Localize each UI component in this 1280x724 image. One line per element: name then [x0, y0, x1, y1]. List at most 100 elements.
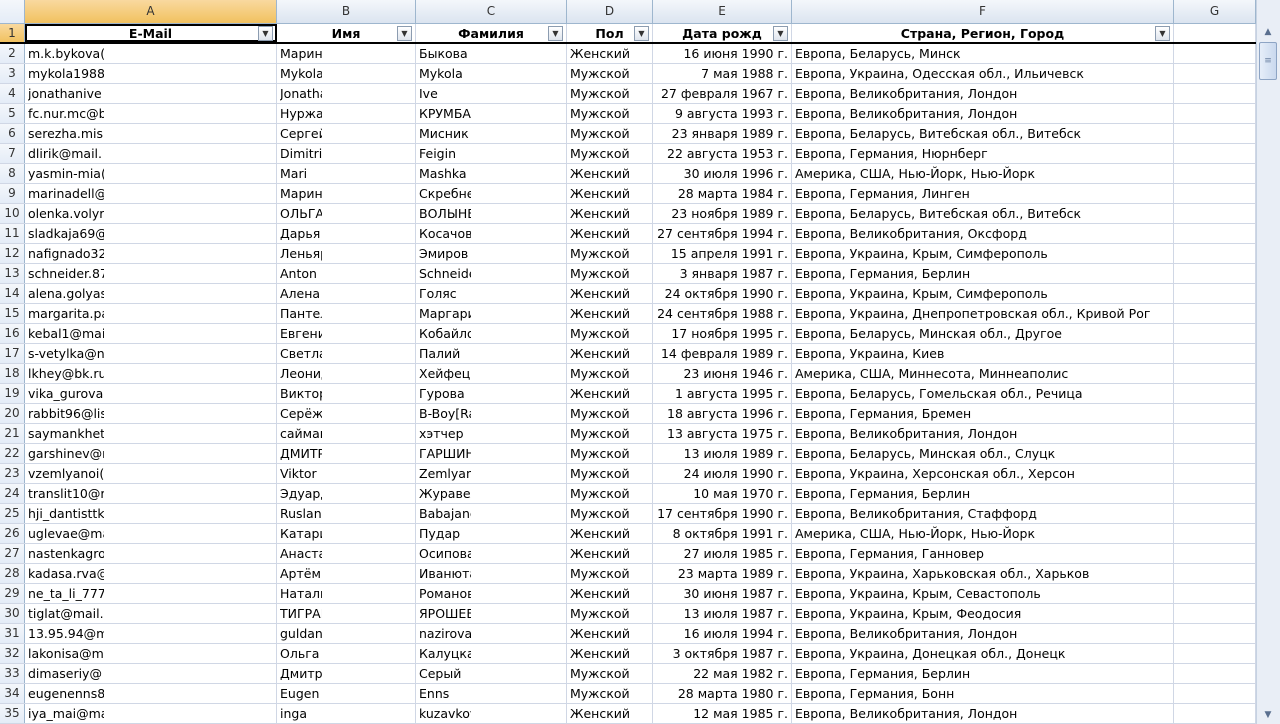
select-all-corner[interactable]	[0, 0, 25, 23]
birthdate-cell[interactable]: 8 октября 1991 г.	[653, 524, 792, 543]
cell[interactable]	[1174, 224, 1256, 243]
surname-cell[interactable]: Иванюта	[416, 564, 567, 583]
birthdate-cell[interactable]: 10 мая 1970 г.	[653, 484, 792, 503]
surname-cell[interactable]: kuzavkov	[416, 704, 567, 723]
location-cell[interactable]: Европа, Германия, Линген	[792, 184, 1174, 203]
row-number[interactable]: 9	[0, 184, 25, 203]
birthdate-cell[interactable]: 13 июля 1989 г.	[653, 444, 792, 463]
gender-cell[interactable]: Мужской	[567, 504, 653, 523]
row-number[interactable]: 7	[0, 144, 25, 163]
column-header-a[interactable]: A	[25, 0, 277, 23]
gender-cell[interactable]: Женский	[567, 44, 653, 63]
row-number[interactable]: 30	[0, 604, 25, 623]
surname-cell[interactable]: Кобайло	[416, 324, 567, 343]
row-number[interactable]: 22	[0, 444, 25, 463]
email-cell[interactable]: rabbit96@lis	[25, 404, 277, 423]
location-cell[interactable]: Европа, Украина, Донецкая обл., Донецк	[792, 644, 1174, 663]
name-cell[interactable]: Евгени	[277, 324, 416, 343]
birthdate-cell[interactable]: 13 августа 1975 г.	[653, 424, 792, 443]
gender-cell[interactable]: Женский	[567, 164, 653, 183]
location-cell[interactable]: Европа, Украина, Харьковская обл., Харьк…	[792, 564, 1174, 583]
birthdate-cell[interactable]: 24 июля 1990 г.	[653, 464, 792, 483]
location-cell[interactable]: Европа, Великобритания, Лондон	[792, 704, 1174, 723]
location-cell[interactable]: Европа, Великобритания, Лондон	[792, 624, 1174, 643]
name-cell[interactable]: ТИГРАН	[277, 604, 416, 623]
email-cell[interactable]: vika_gurova	[25, 384, 277, 403]
surname-cell[interactable]: Маргари	[416, 304, 567, 323]
birthdate-cell[interactable]: 3 октября 1987 г.	[653, 644, 792, 663]
filter-dropdown-icon[interactable]: ▼	[1155, 26, 1170, 41]
surname-cell[interactable]: Zemlyan	[416, 464, 567, 483]
header-cell-gender[interactable]: Пол ▼	[567, 24, 653, 42]
email-cell[interactable]: uglevae@ma	[25, 524, 277, 543]
cell[interactable]	[1174, 104, 1256, 123]
cell[interactable]	[1174, 484, 1256, 503]
gender-cell[interactable]: Мужской	[567, 404, 653, 423]
filter-dropdown-icon[interactable]: ▼	[634, 26, 649, 41]
column-header-c[interactable]: C	[416, 0, 567, 23]
location-cell[interactable]: Европа, Беларусь, Минская обл., Слуцк	[792, 444, 1174, 463]
location-cell[interactable]: Европа, Великобритания, Лондон	[792, 84, 1174, 103]
row-number[interactable]: 21	[0, 424, 25, 443]
cell[interactable]	[1174, 204, 1256, 223]
surname-cell[interactable]: Пудар	[416, 524, 567, 543]
location-cell[interactable]: Европа, Украина, Крым, Феодосия	[792, 604, 1174, 623]
row-number[interactable]: 23	[0, 464, 25, 483]
vertical-scrollbar[interactable]: ▲ ≡ ▼	[1256, 0, 1280, 724]
location-cell[interactable]: Европа, Германия, Бонн	[792, 684, 1174, 703]
email-cell[interactable]: dlirik@mail.	[25, 144, 277, 163]
gender-cell[interactable]: Мужской	[567, 264, 653, 283]
gender-cell[interactable]: Женский	[567, 284, 653, 303]
name-cell[interactable]: Нуржак	[277, 104, 416, 123]
location-cell[interactable]: Европа, Германия, Берлин	[792, 664, 1174, 683]
name-cell[interactable]: Артём	[277, 564, 416, 583]
gender-cell[interactable]: Женский	[567, 344, 653, 363]
location-cell[interactable]: Европа, Беларусь, Витебская обл., Витебс…	[792, 204, 1174, 223]
surname-cell[interactable]: Schneide	[416, 264, 567, 283]
name-cell[interactable]: Леньяр	[277, 244, 416, 263]
name-cell[interactable]: ДМИТР	[277, 444, 416, 463]
cell[interactable]	[1174, 364, 1256, 383]
gender-cell[interactable]: Женский	[567, 524, 653, 543]
gender-cell[interactable]: Женский	[567, 704, 653, 723]
name-cell[interactable]: Катари	[277, 524, 416, 543]
birthdate-cell[interactable]: 16 июня 1990 г.	[653, 44, 792, 63]
gender-cell[interactable]: Мужской	[567, 464, 653, 483]
location-cell[interactable]: Европа, Украина, Крым, Севастополь	[792, 584, 1174, 603]
name-cell[interactable]: Светла	[277, 344, 416, 363]
name-cell[interactable]: Наталь	[277, 584, 416, 603]
birthdate-cell[interactable]: 14 февраля 1989 г.	[653, 344, 792, 363]
name-cell[interactable]: Марин	[277, 44, 416, 63]
birthdate-cell[interactable]: 16 июля 1994 г.	[653, 624, 792, 643]
cell[interactable]	[1174, 44, 1256, 63]
location-cell[interactable]: Европа, Германия, Нюрнберг	[792, 144, 1174, 163]
birthdate-cell[interactable]: 27 сентября 1994 г.	[653, 224, 792, 243]
name-cell[interactable]: Anton	[277, 264, 416, 283]
name-cell[interactable]: Сергей	[277, 124, 416, 143]
birthdate-cell[interactable]: 22 августа 1953 г.	[653, 144, 792, 163]
cell[interactable]	[1174, 64, 1256, 83]
cell[interactable]	[1174, 684, 1256, 703]
location-cell[interactable]: Европа, Украина, Крым, Симферополь	[792, 244, 1174, 263]
row-number[interactable]: 5	[0, 104, 25, 123]
cell[interactable]	[1174, 184, 1256, 203]
surname-cell[interactable]: Feigin	[416, 144, 567, 163]
birthdate-cell[interactable]: 28 марта 1984 г.	[653, 184, 792, 203]
surname-cell[interactable]: Осипова	[416, 544, 567, 563]
row-number[interactable]: 12	[0, 244, 25, 263]
email-cell[interactable]: 13.95.94@m	[25, 624, 277, 643]
gender-cell[interactable]: Женский	[567, 644, 653, 663]
surname-cell[interactable]: Эмиров	[416, 244, 567, 263]
name-cell[interactable]: Mari	[277, 164, 416, 183]
row-number[interactable]: 1	[0, 24, 25, 42]
column-header-e[interactable]: E	[653, 0, 792, 23]
row-number[interactable]: 34	[0, 684, 25, 703]
surname-cell[interactable]: Голяс	[416, 284, 567, 303]
filter-dropdown-icon[interactable]: ▼	[258, 26, 273, 41]
email-cell[interactable]: sladkaja69@	[25, 224, 277, 243]
row-number[interactable]: 19	[0, 384, 25, 403]
birthdate-cell[interactable]: 7 мая 1988 г.	[653, 64, 792, 83]
row-number[interactable]: 20	[0, 404, 25, 423]
filter-dropdown-icon[interactable]: ▼	[548, 26, 563, 41]
gender-cell[interactable]: Женский	[567, 204, 653, 223]
